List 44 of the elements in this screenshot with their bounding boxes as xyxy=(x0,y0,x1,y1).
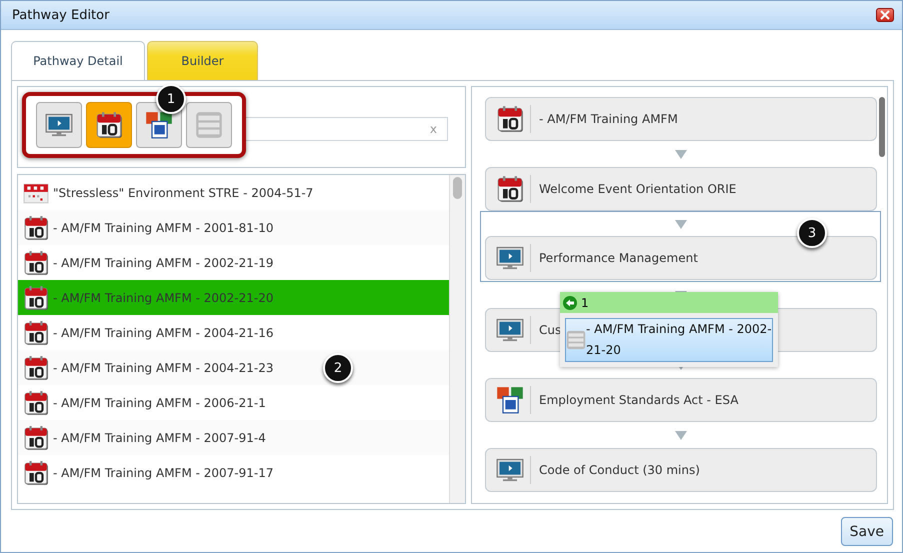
item-count: 1 xyxy=(581,296,589,310)
documents-icon xyxy=(496,386,531,414)
calendar-icon xyxy=(23,354,49,380)
calendar-icon xyxy=(496,175,531,203)
calendar-icon xyxy=(23,460,49,486)
calendar-icon xyxy=(23,390,49,416)
list-item[interactable]: - AM/FM Training AMFM - 2007-91-4 xyxy=(18,420,450,455)
pathway-item[interactable]: Employment Standards Act - ESA xyxy=(485,378,877,422)
list-icon xyxy=(195,111,223,139)
documents-icon xyxy=(145,111,173,139)
callout-badge: 1 xyxy=(156,84,186,114)
calendar-icon xyxy=(95,111,123,139)
calendar-icon xyxy=(23,250,49,276)
calendar-icon xyxy=(23,214,49,240)
calendar-icon xyxy=(496,105,531,133)
filter-button[interactable] xyxy=(86,102,132,148)
scrollbar[interactable] xyxy=(449,175,465,503)
close-button[interactable] xyxy=(876,8,894,22)
down-arrow-icon xyxy=(675,220,687,228)
list-item[interactable]: - AM/FM Training AMFM - 2002-21-20 xyxy=(18,280,450,315)
monitor-icon xyxy=(496,316,531,344)
scroll-thumb[interactable] xyxy=(879,97,885,157)
close-icon xyxy=(880,10,890,20)
pathway-item[interactable]: Code of Conduct (30 mins) xyxy=(485,448,877,492)
tab[interactable]: Builder xyxy=(147,41,258,80)
pathway-item[interactable]: Welcome Event Orientation ORIE xyxy=(485,167,877,211)
dragged-item: - AM/FM Training AMFM - 2002-21-20 xyxy=(565,318,773,362)
monitor-icon xyxy=(45,111,73,139)
calendar-icon xyxy=(23,424,49,450)
down-arrow-icon xyxy=(675,430,687,440)
scroll-thumb[interactable] xyxy=(453,177,462,199)
list-icon xyxy=(566,330,586,350)
monitor-icon xyxy=(496,244,531,272)
pathway-item[interactable]: Performance Management xyxy=(485,236,877,280)
calendar-icon xyxy=(23,320,49,346)
calendar-icon xyxy=(23,284,49,310)
list-item[interactable]: - AM/FM Training AMFM - 2001-81-10 xyxy=(18,210,450,245)
save-button[interactable]: Save xyxy=(840,517,893,546)
window-title: Pathway Editor xyxy=(12,8,110,22)
callout-badge: 3 xyxy=(797,218,827,248)
down-arrow-icon xyxy=(675,150,687,158)
tab[interactable]: Pathway Detail xyxy=(11,41,145,80)
monitor-icon xyxy=(496,456,531,484)
pathway-item[interactable]: - AM/FM Training AMFM xyxy=(485,97,877,141)
